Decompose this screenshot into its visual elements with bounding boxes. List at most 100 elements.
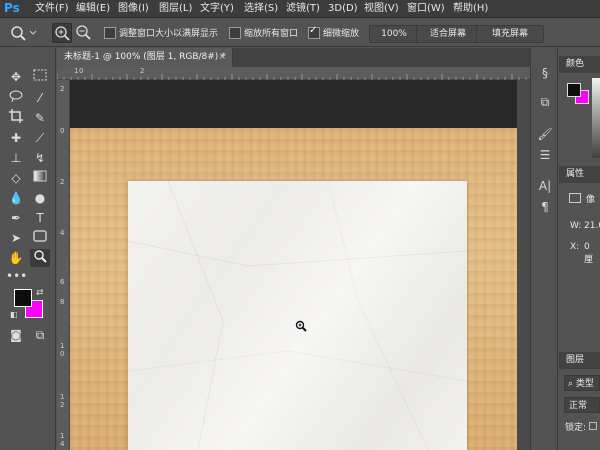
blur-tool-icon[interactable]: 💧 [6,189,26,207]
zoom-level-button[interactable]: 100% [369,25,419,43]
fill-screen-button[interactable]: 填充屏幕 [476,25,544,43]
right-panels: 颜色 属性 像 W: 21.0 X: 0 厘 图层 ⌕ 类型 正常 锁定: [559,48,600,450]
menu-filter[interactable]: 滤镜(T) [286,2,320,16]
marquee-tool-icon[interactable] [30,68,50,86]
menu-3d[interactable]: 3D(D) [328,2,358,16]
path-selection-tool-icon[interactable]: ➤ [6,229,26,247]
eraser-tool-icon[interactable]: ◇ [6,169,26,187]
eyedropper-tool-icon[interactable]: ✎ [30,109,50,127]
ruler-left-label: 2 [60,85,65,93]
swap-colors-icon[interactable]: ⇄ [36,288,46,298]
ruler-left-label: 0 [60,127,65,135]
properties-panel-title[interactable]: 属性 [559,166,600,183]
ruler-left-label: 8 [60,298,65,306]
menu-layer[interactable]: 图层(L) [159,2,192,16]
document-tab[interactable]: 未标题-1 @ 100% (图层 1, RGB/8#) * × [57,48,233,67]
screen-mode-icon[interactable]: ⧉ [30,326,50,344]
clone-stamp-tool-icon[interactable]: ⊥ [6,149,26,167]
history-brush-tool-icon[interactable]: ↯ [30,149,50,167]
layers-panel-title[interactable]: 图层 [559,352,600,369]
ruler-ticks [57,74,527,80]
photoshop-logo: Ps [4,1,20,15]
zoom-tool-icon [11,26,37,41]
ruler-left-label: 6 [60,278,65,286]
zoom-all-windows-checkbox[interactable] [229,27,241,39]
foreground-color-swatch[interactable] [14,289,32,307]
vertical-scrollbar[interactable] [517,80,530,450]
menu-select[interactable]: 选择(S) [244,2,278,16]
color-spectrum[interactable] [592,78,600,158]
brush-tool-icon[interactable]: ⟋ [30,129,50,147]
zoom-in-icon [55,26,70,41]
x-value[interactable]: 0 厘 [584,242,600,265]
fit-screen-button[interactable]: 适合屏幕 [416,25,480,43]
options-bar: 调整窗口大小以满屏显示 缩放所有窗口 细微缩放 100% 适合屏幕 填充屏幕 [0,19,600,47]
quick-mask-icon[interactable]: ◙ [6,326,26,344]
brush-settings-icon[interactable]: 🖌 [537,126,553,142]
layer-filter-label: 类型 [575,379,594,389]
menu-edit[interactable]: 编辑(E) [76,2,110,16]
dodge-tool-icon[interactable]: ● [30,189,50,207]
zoom-cursor-icon [295,320,307,332]
gradient-tool-icon[interactable] [30,169,50,187]
crop-tool-icon[interactable] [6,109,26,127]
document-tab-title: 未标题-1 @ 100% (图层 1, RGB/8#) * [64,52,226,62]
close-tab-icon[interactable]: × [218,48,226,67]
tools-panel: ✥ ⁄ ✎ ✚ ⟋ ⊥ ↯ ◇ 💧 ● ✒ T ➤ ✋ ••• ⇄ ◧ ◙ ⧉ [0,48,56,450]
healing-brush-tool-icon[interactable]: ✚ [6,129,26,147]
resize-windows-checkbox[interactable] [104,27,116,39]
menu-type[interactable]: 文字(Y) [200,2,234,16]
zoom-tool-icon[interactable] [30,249,50,267]
lasso-tool-icon[interactable] [6,89,26,107]
ruler-left-label: 1 [60,393,65,401]
default-colors-icon[interactable]: ◧ [10,310,20,320]
vertical-ruler: 2 0 2 4 6 8 1 0 1 2 1 4 [57,80,70,450]
pixel-layer-icon [569,193,581,203]
paragraph-panel-icon[interactable]: ¶ [537,199,553,215]
panel-foreground-swatch[interactable] [567,83,581,97]
width-value[interactable]: 21.0 [584,221,600,231]
scrubby-zoom-checkbox[interactable] [308,25,320,39]
resize-windows-label: 调整窗口大小以满屏显示 [119,29,219,39]
menu-image[interactable]: 图像(I) [118,2,149,16]
lock-label: 锁定: [565,423,587,433]
ruler-left-label: 1 [60,342,65,350]
layer-comps-icon[interactable]: ⧉ [537,94,553,110]
more-tools-icon[interactable]: ••• [6,267,27,285]
pen-tool-icon[interactable]: ✒ [6,209,26,227]
ruler-top-label: 2 [140,67,145,75]
type-tool-icon[interactable]: T [30,209,50,227]
ruler-left-label: 1 [60,432,65,440]
rectangle-tool-icon[interactable] [30,229,50,247]
menu-file[interactable]: 文件(F) [35,2,69,16]
character-panel-icon[interactable]: A| [537,178,553,194]
move-tool-icon[interactable]: ✥ [6,68,26,86]
zoom-out-button[interactable] [74,23,94,43]
zoom-all-windows-label: 缩放所有窗口 [244,29,299,39]
paper-creases [128,181,467,450]
ruler-left-label: 4 [60,440,65,448]
ruler-left-label: 0 [60,350,65,358]
magic-wand-tool-icon[interactable]: ⁄ [30,89,50,107]
crumpled-paper-image [128,181,467,450]
ruler-left-label: 4 [60,229,65,237]
tool-preset-picker[interactable] [8,23,38,43]
adjustments-icon[interactable]: ☰ [537,147,553,163]
ruler-top-label: 1 [74,67,79,75]
blend-mode-select[interactable]: 正常 [564,397,600,413]
menu-view[interactable]: 视图(V) [364,2,399,16]
panel-icon-column: § ⧉ 🖌 ☰ A| ¶ [530,48,558,450]
zoom-out-icon [76,25,91,40]
lock-transparent-icon[interactable] [589,422,597,430]
ruler-left-label: 2 [60,401,65,409]
hand-tool-icon[interactable]: ✋ [6,249,26,267]
zoom-in-button[interactable] [52,23,72,43]
menu-window[interactable]: 窗口(W) [407,2,445,16]
canvas-area[interactable] [70,80,517,450]
layer-filter-field[interactable]: ⌕ 类型 [564,375,600,391]
x-label: X: [570,242,580,252]
color-panel-title[interactable]: 颜色 [559,56,600,73]
menu-help[interactable]: 帮助(H) [453,2,488,16]
menu-bar: Ps 文件(F) 编辑(E) 图像(I) 图层(L) 文字(Y) 选择(S) 滤… [0,0,600,18]
history-panel-icon[interactable]: § [537,65,553,81]
